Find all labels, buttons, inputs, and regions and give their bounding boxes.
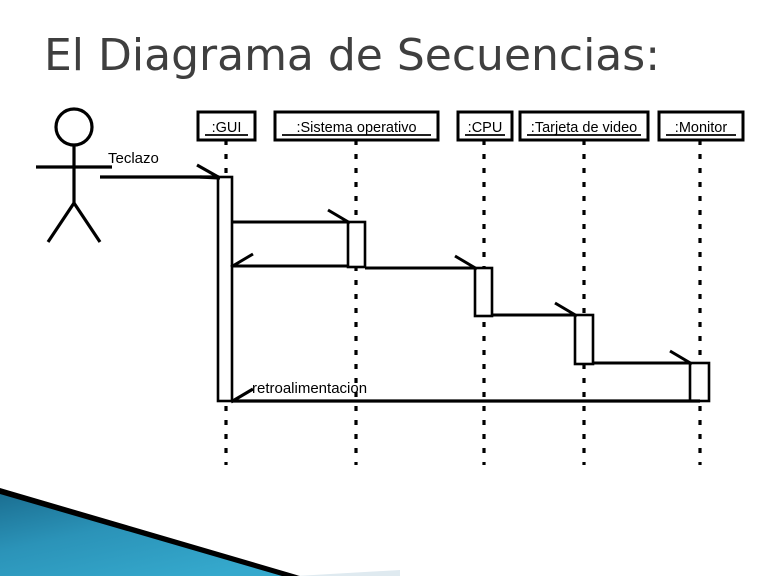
lifeline-header-sistema-operativo[interactable]: :Sistema operativo xyxy=(273,110,440,142)
actor-right-leg-line xyxy=(72,202,102,243)
message-arrow-sistema-operativo-to-cpu xyxy=(365,254,478,271)
message-arrow-sistema-operativo-to-gui xyxy=(230,252,349,269)
message-arrow-tarjeta-de-video-to-monitor xyxy=(593,349,693,366)
lifeline-header-gui[interactable]: :GUI xyxy=(196,110,257,142)
message-label-retroalimentacion: retroalimentacion xyxy=(252,380,367,397)
lifeline-header-monitor[interactable]: :Monitor xyxy=(657,110,745,142)
message-label-teclazo: Teclazo xyxy=(108,150,159,167)
lifeline-label-cpu: :CPU xyxy=(468,120,503,136)
activation-bar-sistema-operativo xyxy=(346,220,367,269)
actor-head-icon xyxy=(54,107,94,147)
activation-bar-monitor xyxy=(688,361,711,403)
activation-bar-gui xyxy=(216,175,234,403)
lifeline-label-tarjeta-de-video: :Tarjeta de video xyxy=(531,120,637,136)
activation-bar-tarjeta-de-video xyxy=(573,313,595,366)
message-arrow-gui-to-sistema-operativo xyxy=(232,208,351,225)
lifeline-label-gui: :GUI xyxy=(212,120,242,136)
slide-canvas: El Diagrama de Secuencias: :GUI :Sistema… xyxy=(0,0,768,576)
lifeline-label-monitor: :Monitor xyxy=(675,120,728,136)
lifeline-header-cpu[interactable]: :CPU xyxy=(456,110,514,142)
sequence-diagram: :GUI :Sistema operativo :CPU :Tarjeta de… xyxy=(36,107,745,465)
actor-left-leg-line xyxy=(46,202,76,243)
lifeline-header-tarjeta-de-video[interactable]: :Tarjeta de video xyxy=(518,110,650,142)
activation-bar-cpu xyxy=(473,266,494,318)
lifeline-label-sistema-operativo: :Sistema operativo xyxy=(296,120,416,136)
message-arrow-cpu-to-tarjeta-de-video xyxy=(492,301,578,318)
